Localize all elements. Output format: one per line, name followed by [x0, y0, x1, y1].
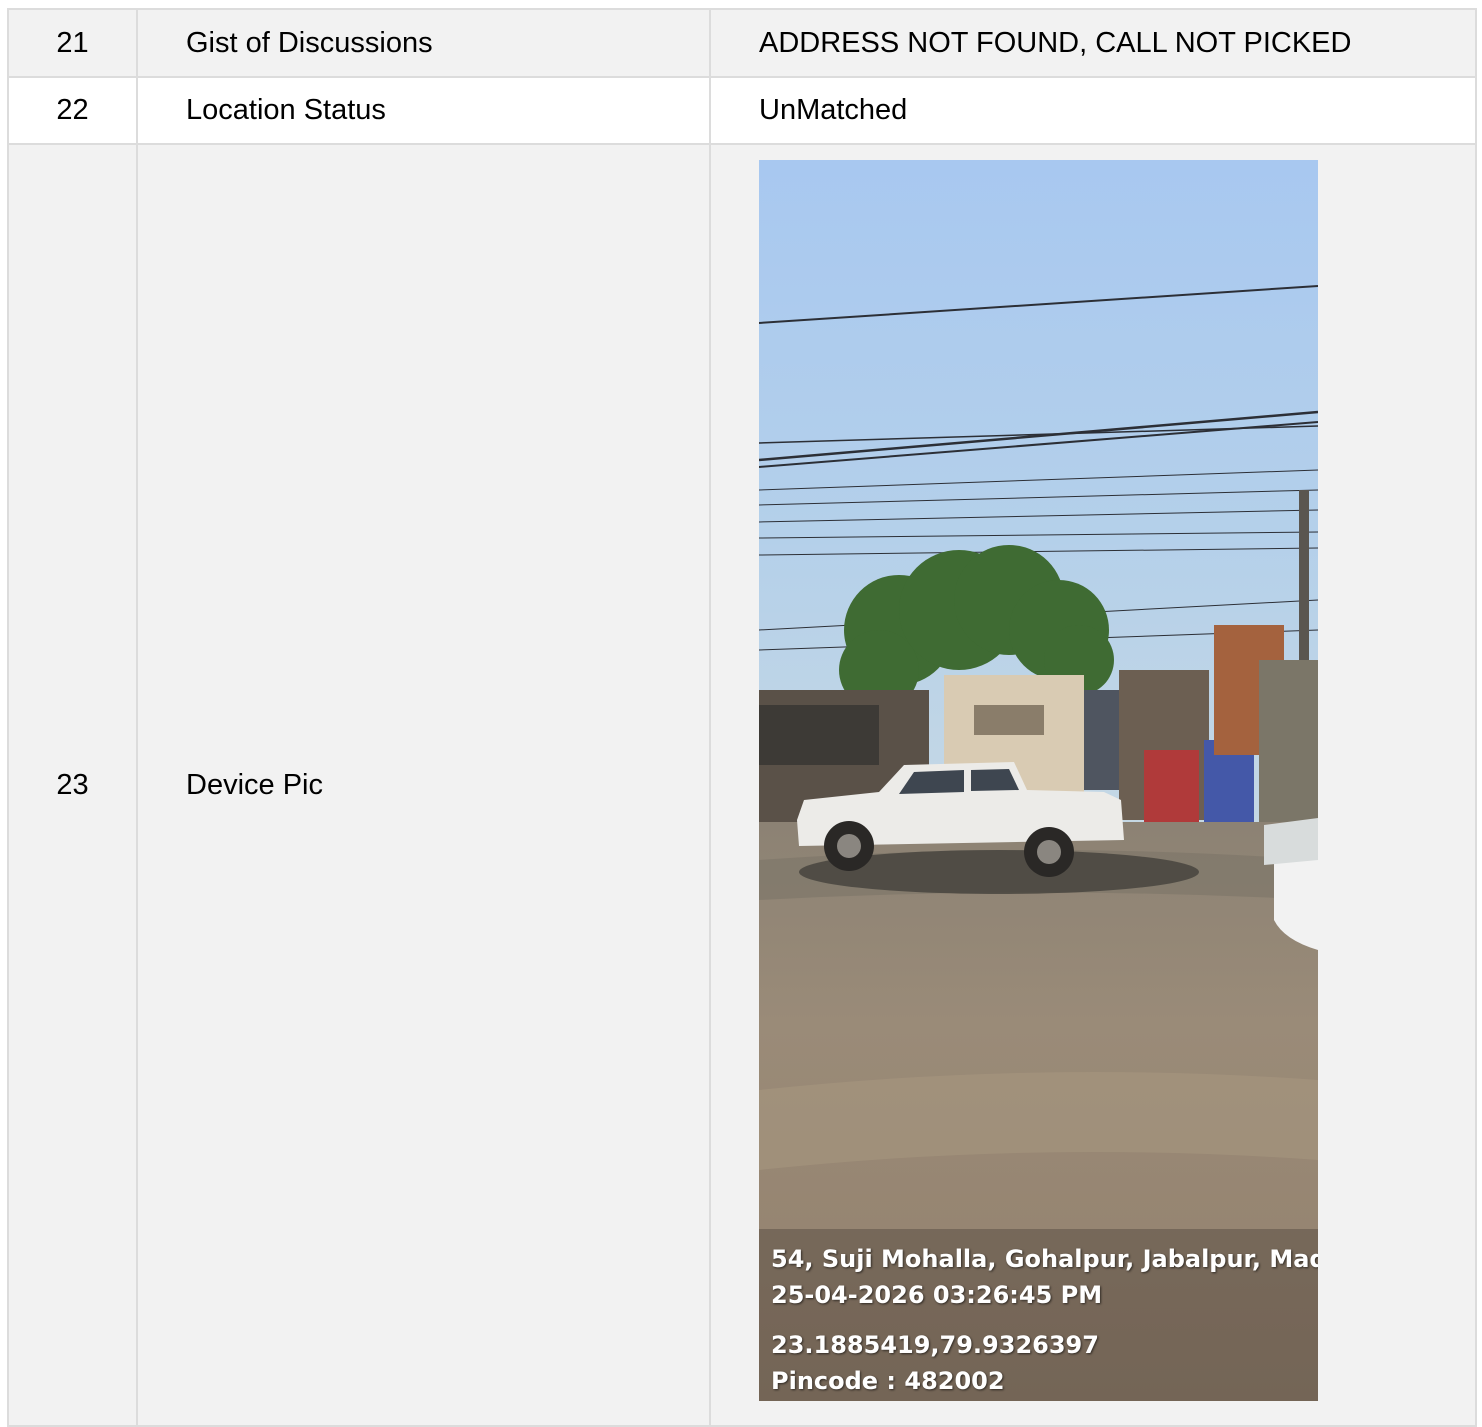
stamp-address: 54, Suji Mohalla, Gohalpur, Jabalpur, Ma…	[771, 1245, 1318, 1273]
row-label: Location Status	[136, 76, 711, 145]
report-table: 21 Gist of Discussions ADDRESS NOT FOUND…	[7, 8, 1477, 1427]
row-value: ADDRESS NOT FOUND, CALL NOT PICKED	[709, 8, 1477, 78]
row-number: 22	[7, 76, 138, 145]
row-label: Gist of Discussions	[136, 8, 711, 78]
geo-stamp: 54, Suji Mohalla, Gohalpur, Jabalpur, Ma…	[759, 1229, 1318, 1401]
row-value: UnMatched	[709, 76, 1477, 145]
table-row: 23 Device Pic 54, Suji Mohalla, Gohalpur…	[7, 143, 1477, 1427]
device-pic-cell: 54, Suji Mohalla, Gohalpur, Jabalpur, Ma…	[709, 143, 1477, 1427]
stamp-datetime: 25-04-2026 03:26:45 PM	[771, 1281, 1103, 1309]
row-label: Device Pic	[136, 143, 711, 1427]
row-number: 21	[7, 8, 138, 78]
street-scene-image	[759, 160, 1318, 1401]
table-row: 22 Location Status UnMatched	[7, 76, 1477, 145]
stamp-pincode: Pincode : 482002	[771, 1367, 1005, 1395]
row-number: 23	[7, 143, 138, 1427]
device-photo[interactable]: 54, Suji Mohalla, Gohalpur, Jabalpur, Ma…	[759, 160, 1318, 1401]
table-row: 21 Gist of Discussions ADDRESS NOT FOUND…	[7, 8, 1477, 78]
stamp-coordinates: 23.1885419,79.9326397	[771, 1331, 1099, 1359]
